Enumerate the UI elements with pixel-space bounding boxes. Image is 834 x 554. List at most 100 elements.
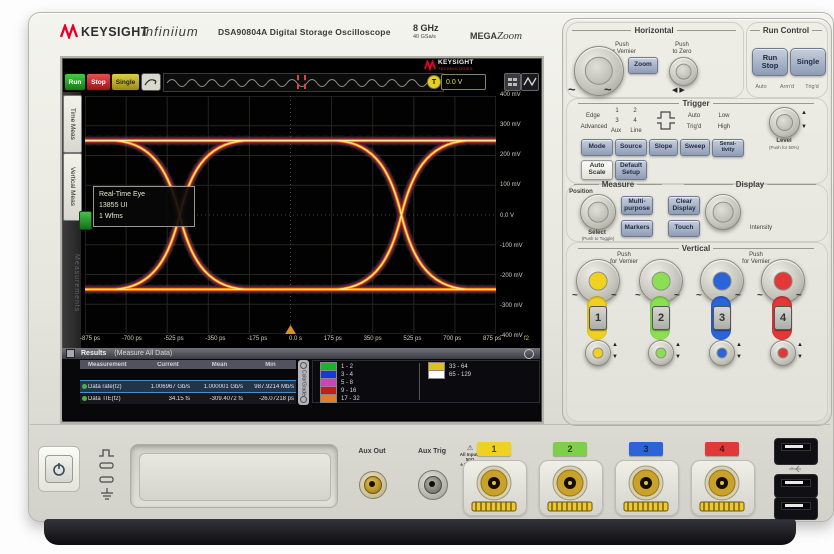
down-arrow-icon: ▼	[612, 354, 618, 360]
sample-rate-label: 40 GSa/s	[413, 34, 436, 40]
touch-button[interactable]: Touch	[668, 220, 700, 237]
default-setup-button[interactable]: Default Setup	[615, 160, 647, 180]
push-zero-label: Push to Zero	[672, 42, 692, 56]
single-button-panel[interactable]: Single	[790, 48, 826, 76]
trigger-sensitivity-button[interactable]: Sensi- tivity	[712, 139, 744, 157]
eye-marker-icon	[79, 211, 92, 230]
axis-source-label: f2	[524, 336, 530, 342]
sine-icon: ~	[696, 290, 702, 301]
trigd-label: Trig'd	[686, 124, 702, 130]
legend-label: 65 - 129	[449, 371, 472, 378]
legend-label: 33 - 64	[449, 363, 468, 370]
keysight-spark-icon	[60, 24, 78, 39]
stop-button[interactable]: Stop	[86, 73, 111, 91]
ch4-bnc-connector	[699, 465, 745, 512]
zoom-button[interactable]: Zoom	[628, 57, 658, 74]
table-row[interactable]: Data TIE(f2) 34.15 fs -309.4072 fs -26.0…	[80, 393, 296, 404]
ch2-offset-knob[interactable]	[648, 340, 674, 366]
usb-port[interactable]	[774, 474, 818, 498]
tab-time-meas[interactable]: Time Meas	[63, 95, 82, 153]
bandwidth-label: 8 GHz	[413, 23, 439, 33]
touch-toggle-icon[interactable]	[141, 73, 161, 91]
status-trigd-label: Trig'd	[805, 84, 819, 90]
status-armd-label: Arm'd	[779, 84, 795, 90]
sine-icon: ~	[572, 290, 578, 301]
x-tick-label: 875 ps	[482, 336, 501, 342]
horizontal-scale-knob[interactable]	[574, 46, 624, 96]
keypad-icon[interactable]	[504, 73, 521, 91]
megazoom-logo: MEGAZoom	[470, 26, 522, 44]
x-axis: -875 ps -700 ps -525 ps -350 ps -175 ps …	[80, 336, 501, 342]
results-close-icon[interactable]	[524, 348, 534, 359]
clear-display-button[interactable]: Clear Display	[668, 196, 700, 215]
ch1-input-tag: 1	[477, 442, 511, 456]
trigger-slope-button[interactable]: Slope	[649, 139, 678, 156]
colorgrade-label: ColorGrade	[300, 369, 307, 396]
auto-scale-button[interactable]: Auto Scale	[581, 160, 613, 180]
aux-label: Aux	[610, 128, 622, 134]
knob-cap	[712, 201, 734, 223]
aux-port-icon	[99, 476, 114, 483]
ch1-enable-button[interactable]: 1	[589, 306, 607, 330]
waveform-scale-icon[interactable]	[521, 73, 539, 91]
col-header[interactable]: Min	[245, 362, 296, 368]
col-header[interactable]: Mean	[194, 362, 245, 368]
infobox-title: Real-Time Eye	[99, 191, 146, 198]
col-header[interactable]: Current	[142, 362, 194, 368]
ch3-offset-knob[interactable]	[709, 340, 735, 366]
horizontal-position-knob[interactable]	[669, 57, 698, 86]
legend-swatch	[428, 370, 445, 379]
results-collapse-icon[interactable]	[66, 349, 75, 358]
legend-label: 9 - 16	[341, 387, 357, 394]
markers-button[interactable]: Markers	[621, 220, 653, 237]
y-tick-label: 0.0 V	[500, 212, 515, 219]
ch1-offset-knob[interactable]	[585, 340, 611, 366]
aux-trig-bnc-ring	[424, 476, 442, 494]
run-stop-button[interactable]: Run Stop	[752, 48, 788, 76]
tab-colorgrade[interactable]: ColorGrade	[298, 360, 309, 405]
front-cover-tray	[130, 444, 338, 508]
pulse-positive-icon	[657, 111, 675, 119]
intensity-knob[interactable]	[705, 194, 741, 230]
sine-icon: ~	[604, 82, 612, 97]
usb-port[interactable]	[774, 497, 818, 520]
intensity-label: Intensity	[749, 225, 773, 231]
up-arrow-icon: ▲	[612, 342, 618, 348]
col-header[interactable]: Measurement	[80, 362, 142, 368]
knob-cap	[675, 63, 692, 80]
y-tick-label: 100 mV	[500, 182, 521, 189]
trigger-level-knob[interactable]	[769, 107, 800, 138]
down-arrow-icon: ▼	[801, 124, 807, 130]
ch2-enable-button[interactable]: 2	[652, 306, 670, 330]
single-button[interactable]: Single	[111, 73, 140, 91]
trigger-source-button[interactable]: Source	[615, 139, 647, 156]
ch4-enable-button[interactable]: 4	[774, 306, 792, 330]
megazoom-zoom: Zoom	[497, 30, 523, 42]
measure-position-knob[interactable]	[580, 194, 616, 230]
power-button[interactable]	[45, 455, 73, 483]
run-button[interactable]: Run	[64, 73, 86, 91]
left-right-arrows-icon: ◀ ▶	[672, 87, 685, 94]
ch1-bnc-connector	[471, 465, 517, 512]
cell-mean: 1.000001 Gb/s	[203, 383, 243, 390]
x-tick-label: 525 ps	[403, 336, 422, 342]
cell-measurement: Data TIE(f2)	[88, 395, 121, 402]
ch4-offset-knob[interactable]	[770, 340, 796, 366]
table-row[interactable]: Data rate(f2) 1.006967 Gb/s 1.000001 Gb/…	[80, 380, 296, 393]
line-label: Line	[630, 128, 642, 134]
timebase-scrollbar[interactable]	[163, 73, 444, 92]
aux-out-bnc-gold	[364, 476, 382, 494]
trigger-mode-button[interactable]: Mode	[581, 139, 613, 156]
results-bar[interactable]: Results (Measure All Data)	[62, 348, 540, 359]
trigger-position-marker[interactable]	[297, 75, 306, 89]
measurement-status-icon	[80, 384, 88, 389]
trigger-sweep-button[interactable]: Sweep	[680, 139, 710, 156]
x-tick-label: 175 ps	[323, 336, 342, 342]
sine-icon: ~	[611, 290, 617, 301]
model-title: DSA90804A Digital Storage Oscilloscope	[218, 27, 391, 37]
usb-port[interactable]	[774, 438, 818, 465]
sine-icon: ~	[635, 290, 641, 301]
multipurpose-button[interactable]: Multi- purpose	[621, 196, 653, 215]
trigger-level-readout[interactable]: 0.0 V	[441, 74, 486, 90]
ch3-enable-button[interactable]: 3	[713, 306, 731, 330]
